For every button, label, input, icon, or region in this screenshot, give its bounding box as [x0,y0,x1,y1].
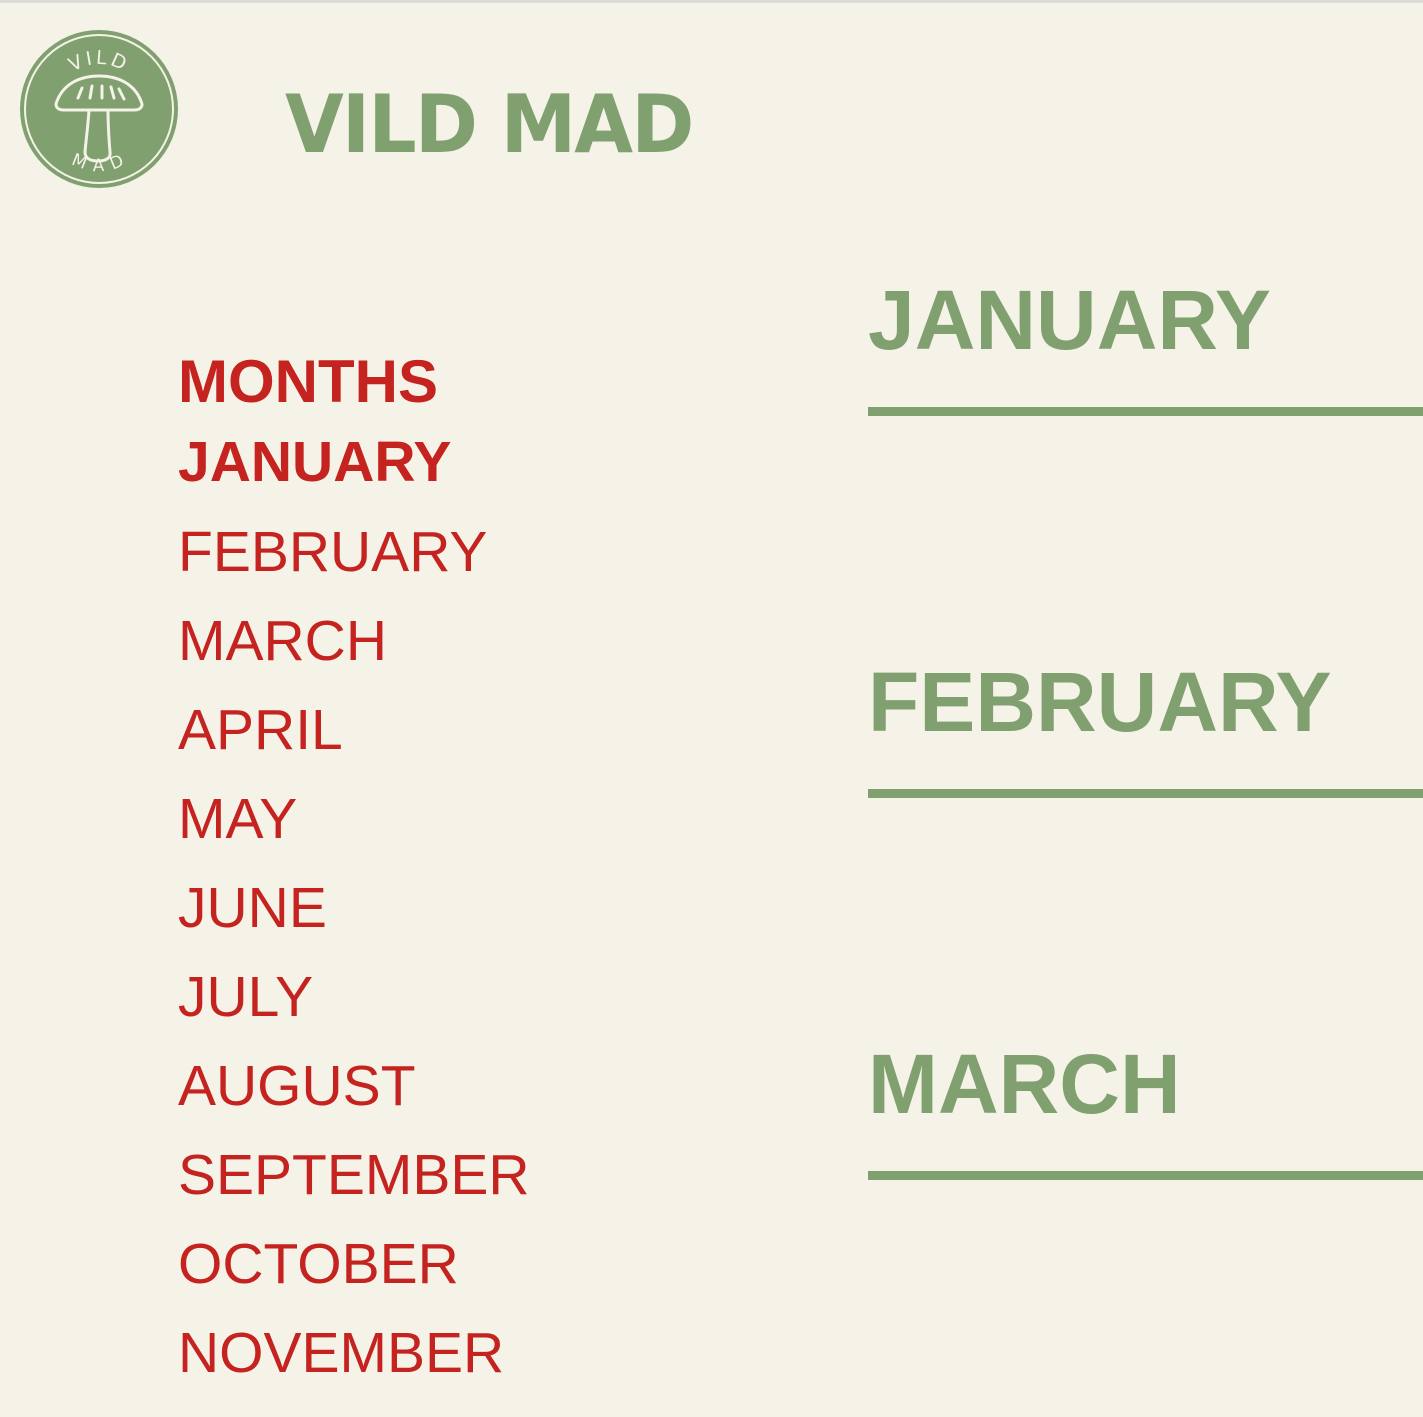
nav-heading: MONTHS [178,348,438,415]
nav-item-june[interactable]: JUNE [178,864,530,953]
month-divider [868,407,1423,416]
nav-item-november[interactable]: NOVEMBER [178,1309,530,1398]
nav-item-august[interactable]: AUGUST [178,1042,530,1131]
nav-item-september[interactable]: SEPTEMBER [178,1131,530,1220]
nav-list: JANUARY FEBRUARY MARCH APRIL MAY JUNE JU… [178,426,530,1398]
top-border [0,0,1423,3]
month-title: MARCH [868,1037,1181,1131]
mushroom-badge-icon: VILD MAD [20,30,178,188]
month-section-january: JANUARY [868,270,1423,652]
vild-mad-logo[interactable]: VILD MAD [18,28,180,190]
month-divider [868,789,1423,798]
nav-item-april[interactable]: APRIL [178,686,530,775]
months-nav: MONTHS JANUARY FEBRUARY MARCH APRIL MAY … [178,346,530,1398]
nav-item-may[interactable]: MAY [178,775,530,864]
nav-item-february[interactable]: FEBRUARY [178,508,530,597]
nav-item-january[interactable]: JANUARY [178,426,530,508]
month-sections: JANUARY FEBRUARY MARCH [868,270,1423,1416]
month-section-march: MARCH [868,1034,1423,1416]
month-title: FEBRUARY [868,655,1332,749]
month-section-february: FEBRUARY [868,652,1423,1034]
nav-item-october[interactable]: OCTOBER [178,1220,530,1309]
brand-title: VILD MAD [285,78,694,171]
nav-item-july[interactable]: JULY [178,953,530,1042]
nav-item-march[interactable]: MARCH [178,597,530,686]
month-divider [868,1171,1423,1180]
month-title: JANUARY [868,273,1271,367]
